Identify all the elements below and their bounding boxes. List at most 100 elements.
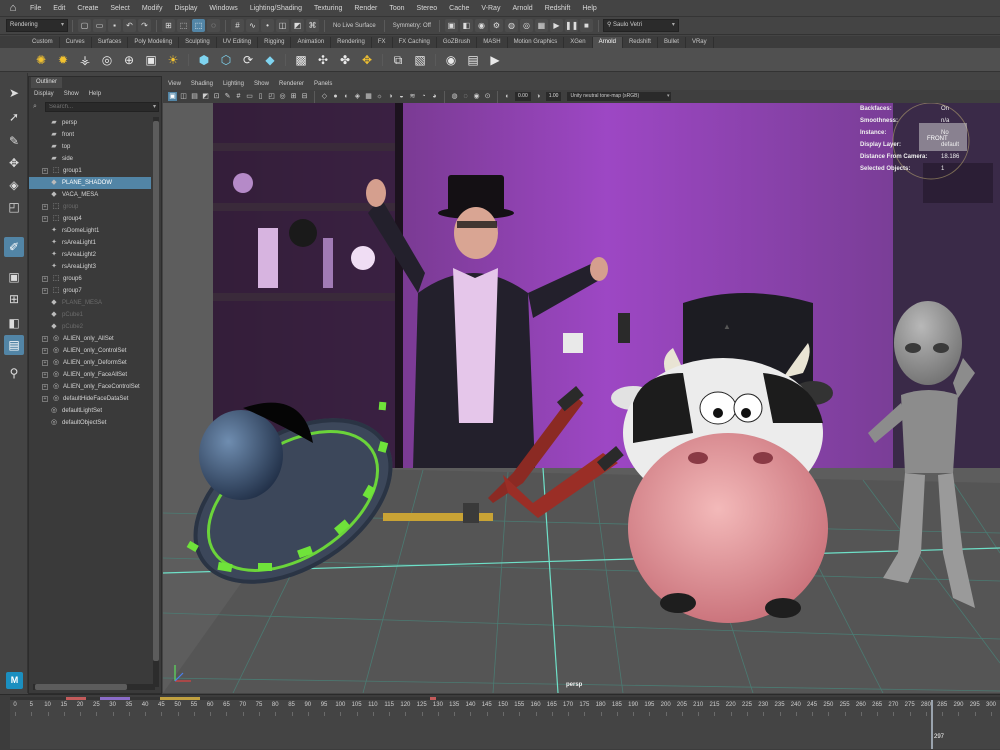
field-chart-icon[interactable]: ◎ [278, 92, 287, 101]
outliner-item[interactable]: + ⬚ group1 [29, 165, 151, 177]
outliner-item[interactable]: + ⬚ group [29, 201, 151, 213]
menu-item-modify[interactable]: Modify [136, 5, 169, 12]
ai-light-portal-icon[interactable]: ☀ [164, 51, 182, 69]
bookmarks-icon[interactable]: ▤ [190, 92, 199, 101]
outliner-item[interactable]: + ⬚ group7 [29, 285, 151, 297]
render-settings-icon[interactable]: ⚙ [489, 19, 503, 32]
outliner-item[interactable]: ✦ rsAreaLight3 [29, 261, 151, 273]
ai-photometric-light-icon[interactable]: ✹ [54, 51, 72, 69]
scale-tool-icon[interactable]: ◰ [4, 197, 24, 217]
shelf-tab-xgen[interactable]: XGen [564, 37, 593, 48]
select-component-icon[interactable]: ⬚ [192, 19, 205, 32]
outliner-item[interactable]: + ◎ ALIEN_only_DeformSet [29, 357, 151, 369]
ai-skydome-light-icon[interactable]: ⊕ [120, 51, 138, 69]
film-gate-icon[interactable]: ▭ [245, 92, 254, 101]
play-icon[interactable]: ▶ [549, 19, 563, 32]
outliner-item[interactable]: ✦ rsAreaLight2 [29, 249, 151, 261]
shelf-tab-uv-editing[interactable]: UV Editing [217, 37, 259, 48]
exposure-field[interactable]: 0.00 [515, 92, 531, 101]
shelf-tab-bullet[interactable]: Bullet [658, 37, 686, 48]
expand-toggle-icon[interactable]: + [42, 336, 48, 342]
textured-icon[interactable]: ▦ [364, 92, 373, 101]
menu-item-cache[interactable]: Cache [443, 5, 475, 12]
last-tool-icon[interactable]: ✐ [4, 237, 24, 257]
ai-sky-icon[interactable]: ◎ [98, 51, 116, 69]
outliner-search-input[interactable] [46, 103, 158, 111]
menu-set-dropdown[interactable]: Rendering ▾ [6, 19, 68, 32]
outliner-item[interactable]: + ◎ defaultHideFaceDataSet [29, 393, 151, 405]
ai-box-icon[interactable]: ◆ [261, 51, 279, 69]
shelf-tab-rendering[interactable]: Rendering [331, 37, 372, 48]
grease-pencil-icon[interactable]: ✎ [223, 92, 232, 101]
outliner-item[interactable]: ▰ top [29, 141, 151, 153]
stop-icon[interactable]: ■ [579, 19, 593, 32]
hypershade-icon[interactable]: ◍ [504, 19, 518, 32]
2d-pan-zoom-icon[interactable]: ⊡ [212, 92, 221, 101]
perspective-viewport[interactable]: ▲ FRONT Backfaces: On Smoothness: n/a In… [163, 103, 1000, 693]
flush-cache-icon[interactable]: ▤ [464, 51, 482, 69]
paint-select-tool-icon[interactable]: ✎ [4, 131, 24, 151]
shadows-icon[interactable]: ◑ [386, 92, 395, 101]
outliner-item[interactable]: + ◎ ALIEN_only_AllSet [29, 333, 151, 345]
menu-item-stereo[interactable]: Stereo [411, 5, 444, 12]
shelf-tab-animation[interactable]: Animation [291, 37, 332, 48]
multisample-aa-icon[interactable]: ◔ [419, 92, 428, 101]
menu-item-redshift[interactable]: Redshift [539, 5, 577, 12]
menu-item-toon[interactable]: Toon [383, 5, 410, 12]
wireframe-on-shaded-icon[interactable]: ◈ [353, 92, 362, 101]
smooth-shade-icon[interactable]: ● [331, 92, 340, 101]
ai-standin-icon[interactable]: ⬢ [195, 51, 213, 69]
gamma-field[interactable]: 1.00 [545, 92, 562, 101]
gate-mask-icon[interactable]: ◰ [267, 92, 276, 101]
outliner-layout-icon[interactable]: ▤ [4, 335, 24, 355]
outliner-item[interactable]: ◎ defaultLightSet [29, 405, 151, 417]
menu-item-create[interactable]: Create [71, 5, 104, 12]
isolate-select-icon[interactable]: ◍ [450, 92, 459, 101]
outliner-item[interactable]: ▰ side [29, 153, 151, 165]
ipr-render-icon[interactable]: ◉ [474, 19, 488, 32]
outliner-vertical-scrollbar[interactable] [153, 117, 159, 687]
viewport-menu-shading[interactable]: Shading [186, 78, 218, 90]
ai-spot-light-icon[interactable]: ⚶ [76, 51, 94, 69]
ai-mesh-light-icon[interactable]: ▣ [142, 51, 160, 69]
checker-toggle-icon[interactable]: ✣ [314, 51, 332, 69]
menu-item-edit[interactable]: Edit [47, 5, 71, 12]
outliner-menu-display[interactable]: Display [29, 89, 59, 100]
shelf-tab-fx[interactable]: FX [372, 37, 393, 48]
xray-joints-icon[interactable]: ⊙ [483, 92, 492, 101]
use-all-lights-icon[interactable]: ☼ [375, 92, 384, 101]
redo-icon[interactable]: ↷ [138, 19, 151, 32]
motion-blur-icon[interactable]: ≋ [408, 92, 417, 101]
shelf-tab-fx-caching[interactable]: FX Caching [393, 37, 437, 48]
expand-toggle-icon[interactable]: + [42, 372, 48, 378]
checker-remove-icon[interactable]: ✤ [336, 51, 354, 69]
outliner-search-field[interactable]: ▾ [45, 102, 159, 112]
pause-icon[interactable]: ❚❚ [564, 19, 578, 32]
viewport-menu-renderer[interactable]: Renderer [274, 78, 309, 90]
license-manager-icon[interactable]: ▧ [411, 51, 429, 69]
redshift-render-icon[interactable]: ▦ [534, 19, 548, 32]
menu-item-render[interactable]: Render [348, 5, 383, 12]
outliner-item[interactable]: ◆ pCube1 [29, 309, 151, 321]
save-scene-icon[interactable]: ▪ [108, 19, 121, 32]
shelf-tab-mash[interactable]: MASH [477, 37, 508, 48]
move-tool-icon[interactable]: ✥ [4, 153, 24, 173]
shelf-tab-redshift[interactable]: Redshift [623, 37, 658, 48]
expand-toggle-icon[interactable]: + [42, 396, 48, 402]
make-live-icon[interactable]: ⌘ [306, 19, 319, 32]
expand-toggle-icon[interactable]: + [42, 348, 48, 354]
grid-icon[interactable]: # [234, 92, 243, 101]
undo-icon[interactable]: ↶ [123, 19, 136, 32]
shelf-tab-motion-graphics[interactable]: Motion Graphics [508, 37, 565, 48]
viewport-menu-show[interactable]: Show [249, 78, 274, 90]
safe-action-icon[interactable]: ⊞ [289, 92, 298, 101]
select-tool-icon[interactable]: ➤ [4, 83, 24, 103]
live-surface-label[interactable]: No Live Surface [333, 23, 376, 29]
render-frame-icon[interactable]: ◧ [459, 19, 473, 32]
single-perspective-layout-icon[interactable]: ▣ [4, 267, 24, 287]
menu-item-texturing[interactable]: Texturing [308, 5, 348, 12]
current-frame-marker[interactable] [931, 700, 933, 749]
resolution-gate-icon[interactable]: ▯ [256, 92, 265, 101]
time-slider[interactable]: 297 0 5 10 15 20 25 30 35 40 45 50 55 60 65 70 75 80 85 90… [0, 694, 1000, 750]
snap-surface-icon[interactable]: ◩ [291, 19, 304, 32]
